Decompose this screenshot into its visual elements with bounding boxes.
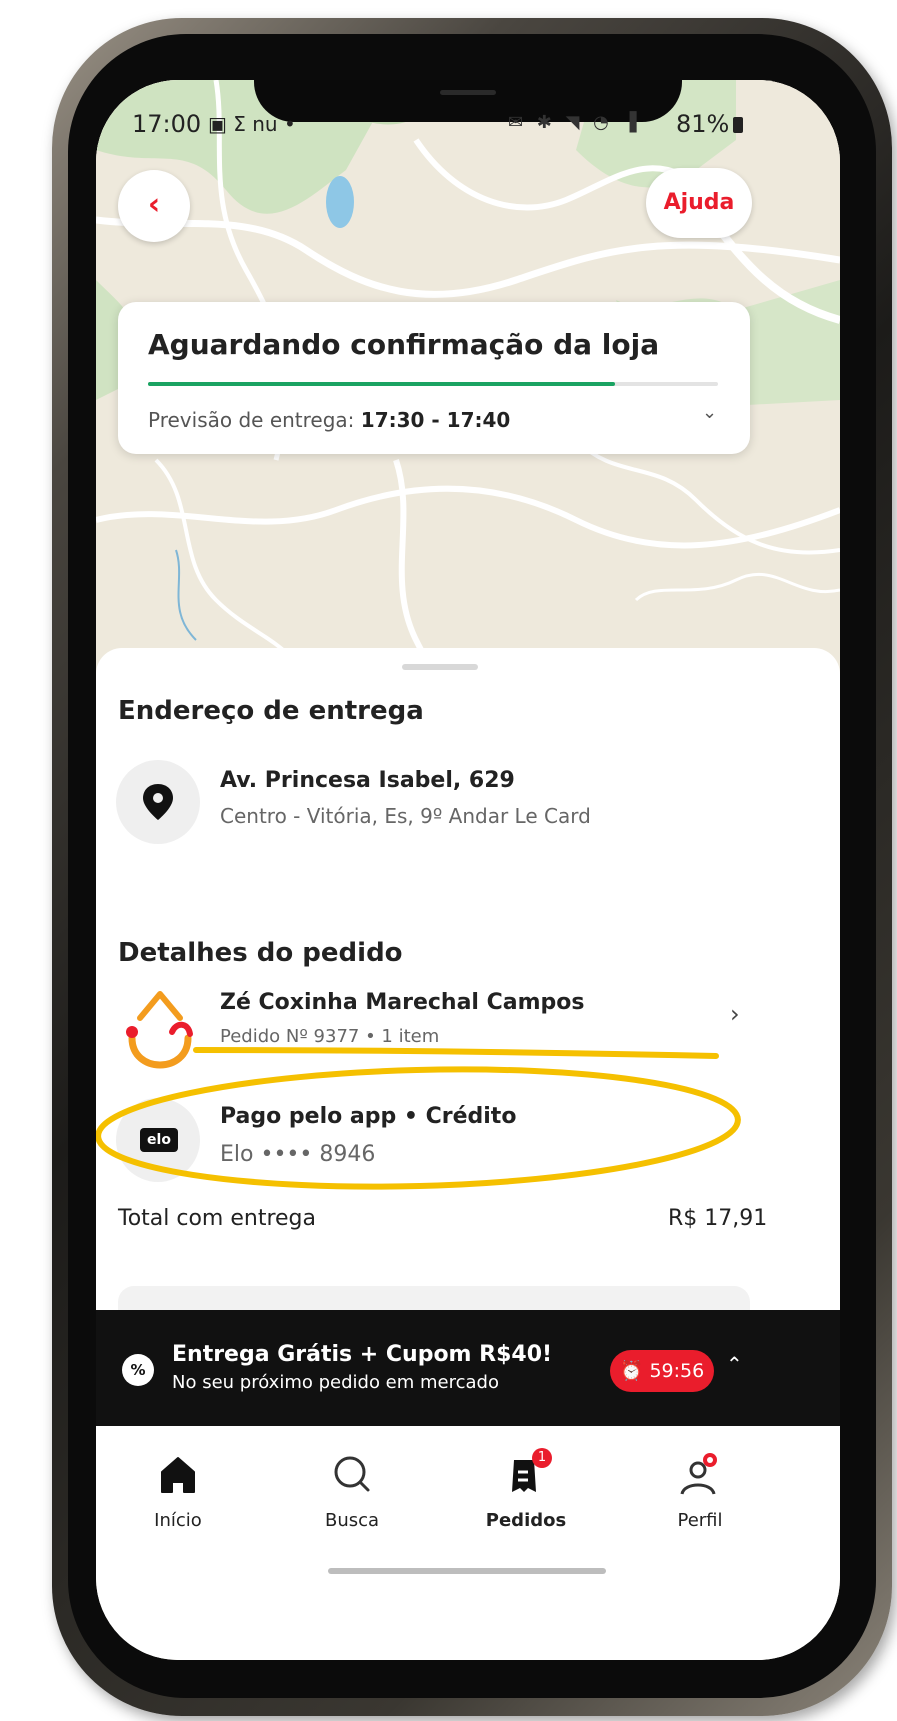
delivery-map[interactable]: 17:00 ▣ Σ nu • ✉ ✱ ◥ ◔ ▐ 81% ‹ Ajuda Agu…	[96, 80, 840, 740]
chevron-down-icon[interactable]: ⌄	[702, 402, 717, 423]
battery-icon	[733, 117, 744, 133]
tab-label: Início	[154, 1510, 202, 1531]
battery-percent: 81%	[676, 110, 730, 138]
status-bar: 17:00 ▣ Σ nu • ✉ ✱ ◥ ◔ ▐ 81%	[96, 110, 840, 150]
alarm-clock-icon: ⏰	[619, 1360, 644, 1382]
order-bottom-sheet: Endereço de entrega Av. Princesa Isabel,…	[96, 648, 840, 1366]
timer-value: 59:56	[649, 1360, 705, 1382]
home-icon	[161, 1457, 195, 1493]
eta-label: Previsão de entrega:	[148, 408, 355, 432]
order-progress-fill	[148, 382, 616, 386]
delivery-address: Av. Princesa Isabel, 629	[220, 768, 515, 793]
profile-icon	[680, 1453, 717, 1495]
sheet-drag-handle[interactable]	[402, 664, 478, 670]
delivery-section-title: Endereço de entrega	[118, 696, 424, 726]
promo-title: Entrega Grátis + Cupom R$40!	[172, 1342, 553, 1367]
elo-card-icon: elo	[140, 1128, 178, 1152]
tab-perfil[interactable]: Perfil	[640, 1452, 760, 1531]
tab-label: Busca	[324, 1510, 380, 1531]
help-button[interactable]: Ajuda	[646, 168, 752, 238]
card-info: Elo •••• 8946	[220, 1142, 376, 1167]
total-label: Total com entrega	[118, 1206, 316, 1231]
promo-timer: ⏰ 59:56	[610, 1350, 714, 1392]
tab-label: Perfil	[677, 1510, 723, 1531]
battery-indicator: 81%	[676, 110, 744, 138]
chevron-up-icon[interactable]: ⌃	[726, 1352, 743, 1376]
card-brand-circle: elo	[116, 1098, 200, 1182]
store-name: Zé Coxinha Marechal Campos	[220, 990, 585, 1015]
app-screen: 17:00 ▣ Σ nu • ✉ ✱ ◥ ◔ ▐ 81% ‹ Ajuda Agu…	[96, 80, 840, 1660]
tab-pedidos[interactable]: 1 Pedidos	[466, 1448, 586, 1531]
chevron-left-icon: ‹	[147, 187, 161, 222]
total-value: R$ 17,91	[668, 1206, 768, 1231]
back-button[interactable]: ‹	[118, 170, 190, 242]
home-indicator[interactable]	[328, 1568, 606, 1574]
bottom-tab-bar: Início Busca 1 Pedidos Perfil	[96, 1426, 840, 1660]
status-time: 17:00	[132, 110, 202, 138]
orders-badge: 1	[532, 1448, 552, 1468]
tab-label: Pedidos	[485, 1510, 567, 1531]
discount-badge-icon: %	[122, 1354, 154, 1386]
location-pin-icon	[143, 784, 173, 820]
tab-busca[interactable]: Busca	[292, 1452, 412, 1531]
status-system-icons: ✉ ✱ ◥ ◔ ▐	[508, 112, 641, 133]
location-icon-circle	[116, 760, 200, 844]
promo-subtitle: No seu próximo pedido em mercado	[172, 1372, 499, 1393]
orders-icon	[512, 1460, 536, 1492]
eta-value: 17:30 - 17:40	[360, 408, 511, 432]
payment-method: Pago pelo app • Crédito	[220, 1104, 517, 1129]
delivery-complement: Centro - Vitória, Es, 9º Andar Le Card	[220, 804, 591, 828]
order-info: Pedido Nº 9377 • 1 item	[220, 1026, 440, 1047]
order-status-title: Aguardando confirmação da loja	[148, 328, 660, 361]
order-details-title: Detalhes do pedido	[118, 938, 403, 968]
tab-inicio[interactable]: Início	[118, 1452, 238, 1531]
order-progress-bar	[148, 382, 718, 386]
chevron-right-icon: ›	[730, 1000, 740, 1028]
promo-banner[interactable]: % Entrega Grátis + Cupom R$40! No seu pr…	[96, 1310, 840, 1426]
store-logo-icon	[126, 991, 193, 1069]
delivery-eta: Previsão de entrega: 17:30 - 17:40	[148, 408, 510, 432]
search-icon	[334, 1456, 370, 1492]
order-status-card[interactable]: Aguardando confirmação da loja Previsão …	[118, 302, 750, 454]
status-notification-icons: ▣ Σ nu •	[208, 112, 296, 136]
